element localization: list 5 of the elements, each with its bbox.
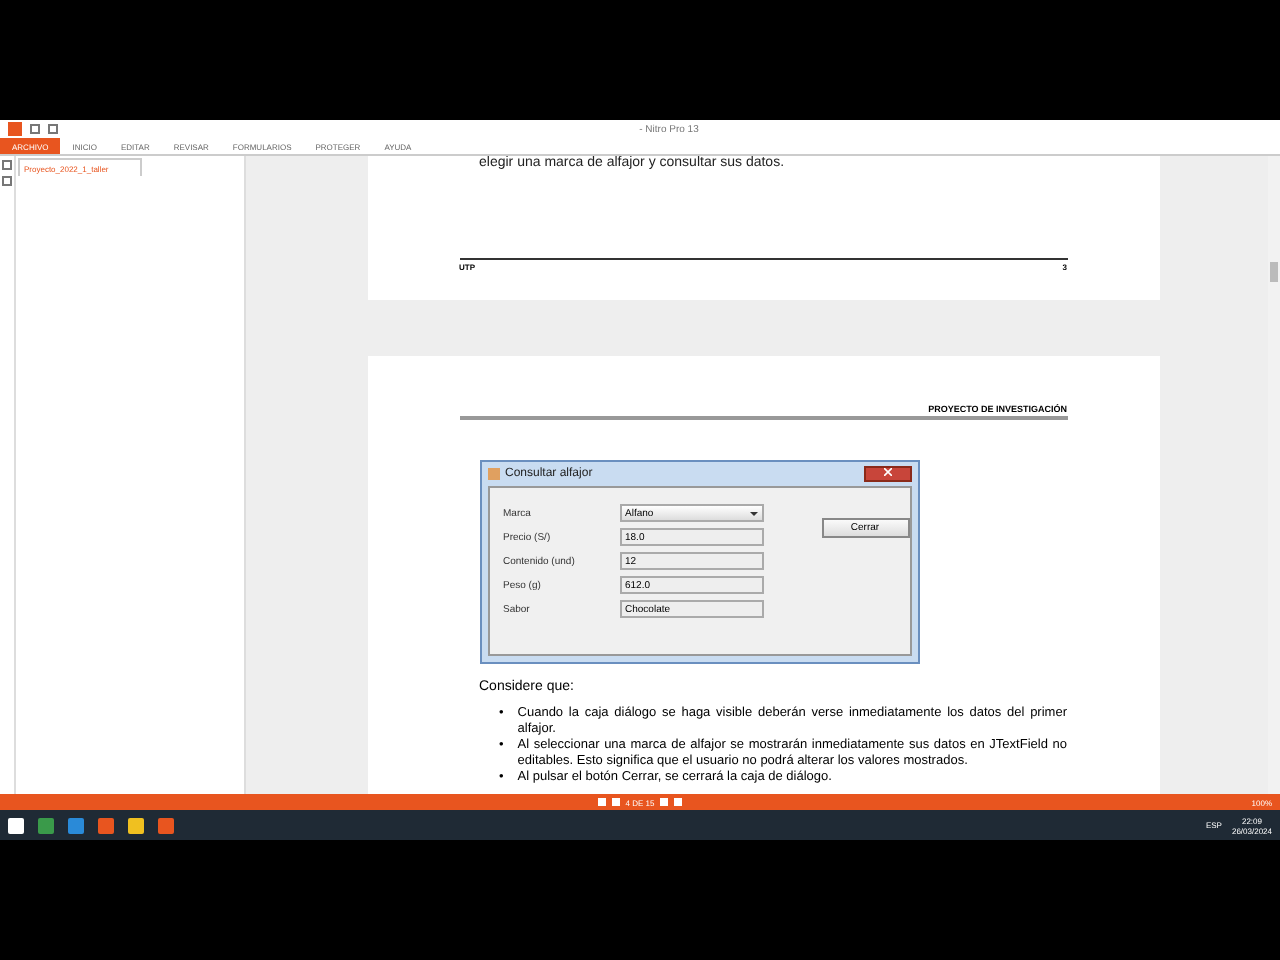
close-icon	[883, 468, 891, 476]
app-logo-icon	[8, 122, 22, 136]
scrollbar-thumb[interactable]	[1270, 262, 1278, 282]
start-icon[interactable]	[8, 817, 24, 833]
close-button[interactable]	[863, 466, 911, 482]
